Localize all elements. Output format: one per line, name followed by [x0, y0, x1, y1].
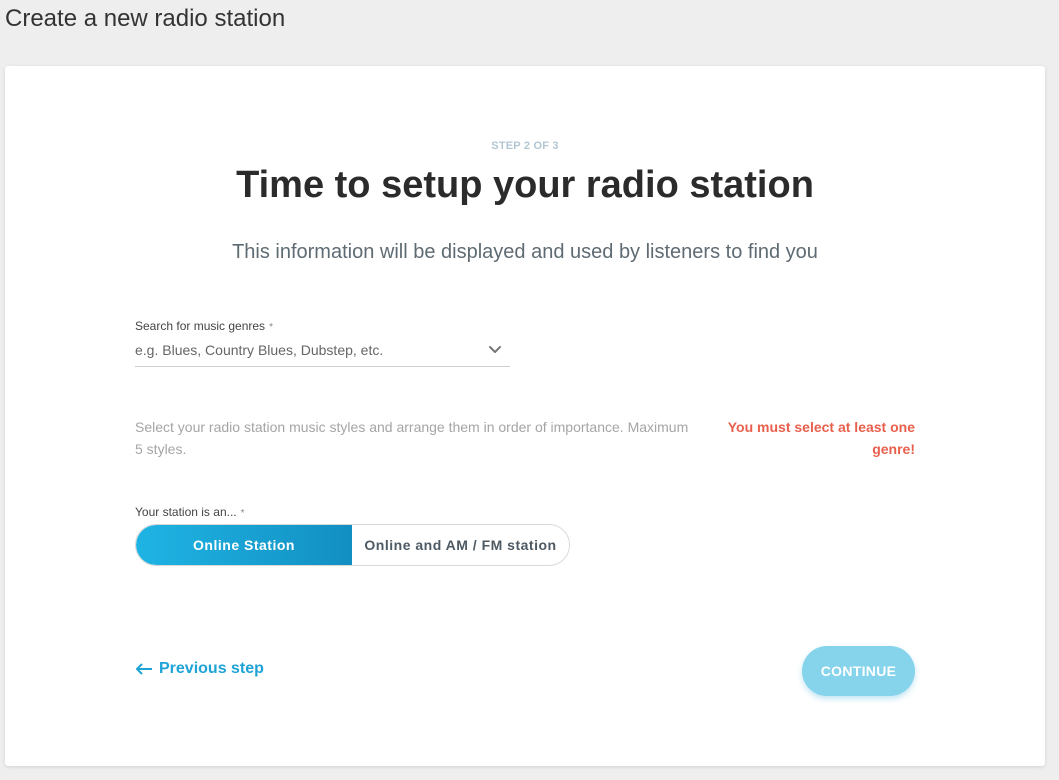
continue-button[interactable]: CONTINUE — [802, 646, 915, 696]
previous-step-link[interactable]: Previous step — [135, 660, 264, 678]
genre-search-label: Search for music genres * — [135, 319, 273, 333]
genre-search-label-text: Search for music genres — [135, 319, 266, 333]
previous-step-label: Previous step — [159, 660, 264, 677]
wizard-subheading: This information will be displayed and u… — [232, 241, 818, 263]
station-type-label-text: Your station is an... — [135, 505, 237, 519]
wizard-card: STEP 2 OF 3 Time to setup your radio sta… — [5, 66, 1045, 766]
chevron-down-icon[interactable] — [488, 344, 502, 356]
online-amfm-station-option[interactable]: Online and AM / FM station — [352, 525, 569, 565]
required-marker: * — [269, 322, 273, 333]
station-type-toggle: Online Station Online and AM / FM statio… — [135, 524, 570, 566]
page-title: Create a new radio station — [5, 5, 286, 32]
wizard-heading: Time to setup your radio station — [236, 164, 814, 206]
genre-search-placeholder: e.g. Blues, Country Blues, Dubstep, etc. — [135, 342, 384, 358]
genre-help-text: Select your radio station music styles a… — [135, 419, 689, 457]
step-indicator: STEP 2 OF 3 — [491, 140, 559, 152]
required-marker: * — [240, 508, 245, 519]
genre-search-input[interactable]: e.g. Blues, Country Blues, Dubstep, etc. — [135, 338, 510, 367]
arrow-left-icon — [136, 663, 152, 675]
genre-error-message: You must select at least one genre! — [727, 419, 915, 457]
online-station-option[interactable]: Online Station — [136, 525, 352, 565]
station-type-label: Your station is an... * — [135, 505, 245, 519]
